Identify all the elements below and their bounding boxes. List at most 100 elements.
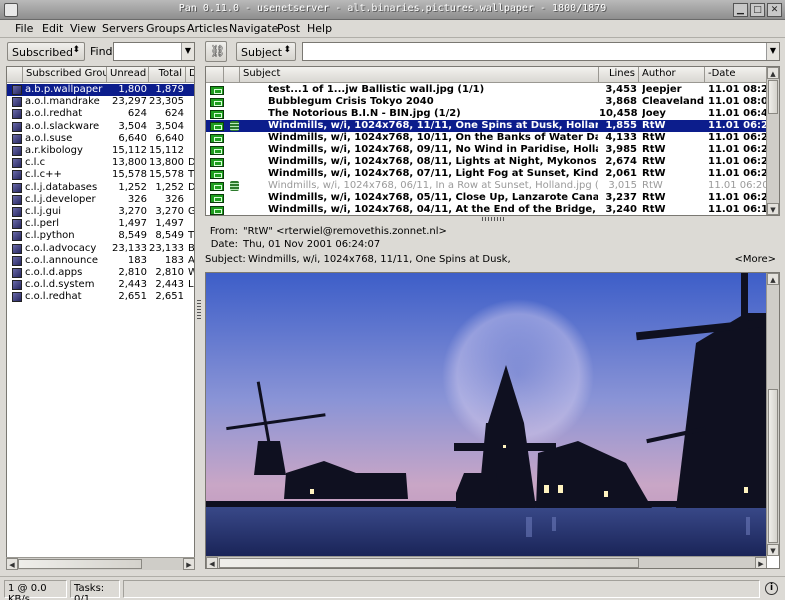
article-row[interactable]: test...1 of 1...jw Ballistic wall.jpg (1… <box>206 84 767 96</box>
author-column-header[interactable]: Author <box>639 67 705 83</box>
scroll-right-icon[interactable]: ▶ <box>183 558 195 570</box>
group-row[interactable]: a.o.l.redhat 624 624 <box>7 108 194 120</box>
menu-edit[interactable]: Edit <box>42 22 63 35</box>
article-author: RtW <box>642 144 666 155</box>
menu-file[interactable]: File <box>15 22 33 35</box>
menu-articles[interactable]: Articles <box>187 22 228 35</box>
article-row[interactable]: Windmills, w/i, 1024x768, 07/11, Light F… <box>206 168 767 180</box>
scroll-thumb[interactable] <box>219 558 639 568</box>
article-subject: Bubblegum Crisis Tokyo 2040 <box>268 96 434 107</box>
group-filter-select[interactable]: Subscribed ⬍ <box>7 42 85 61</box>
group-row[interactable]: a.b.p.wallpaper 1,800 1,879 <box>7 84 194 97</box>
binary-article-icon <box>210 122 224 131</box>
horizontal-splitter-grip[interactable] <box>482 217 506 221</box>
scroll-down-icon[interactable]: ▼ <box>767 203 779 215</box>
scroll-up-icon[interactable]: ▲ <box>767 67 779 79</box>
subject-column-header[interactable]: Subject <box>240 67 599 83</box>
thread-filter-button[interactable]: ⛓ <box>205 41 227 62</box>
article-author: Joey <box>642 108 666 119</box>
article-row[interactable]: Bubblegum Crisis Tokyo 2040 3,868 Cleavela… <box>206 96 767 108</box>
group-unread: 3,270 <box>118 206 147 217</box>
group-list-hscrollbar[interactable]: ◀ ▶ <box>6 557 195 570</box>
group-unread: 183 <box>127 254 147 266</box>
article-row[interactable]: Windmills, w/i, 1024x768, 04/11, At the … <box>206 204 767 215</box>
group-row[interactable]: c.l.j.gui 3,270 3,270 GU <box>7 206 195 218</box>
group-row[interactable]: c.l.perl 1,497 1,497 <box>7 218 194 230</box>
subject-label: Subject: <box>205 254 246 265</box>
group-name-column-header[interactable]: Subscribed Group <box>23 67 107 83</box>
status-column-header[interactable] <box>206 67 224 83</box>
article-body-hscrollbar[interactable]: ◀ ▶ <box>206 556 767 568</box>
group-description: GU <box>188 206 195 217</box>
group-row[interactable]: c.l.python 8,549 8,549 Th <box>7 230 194 242</box>
article-row[interactable]: Windmills, w/i, 1024x768, 10/11, On the … <box>206 132 767 144</box>
article-row[interactable]: Windmills, w/i, 1024x768, 05/11, Close U… <box>206 192 767 204</box>
article-row[interactable]: Windmills, w/i, 1024x768, 09/11, No Wind… <box>206 144 767 156</box>
article-filter-input[interactable]: ▼ <box>302 42 780 61</box>
minimize-icon[interactable]: ▁ <box>733 3 748 17</box>
article-subject: Windmills, w/i, 1024x768, 09/11, No Wind… <box>268 144 598 155</box>
menu-help[interactable]: Help <box>307 22 332 35</box>
binary-article-icon <box>210 182 224 191</box>
group-row[interactable]: c.o.l.d.apps 2,810 2,810 Wr <box>7 267 194 279</box>
group-row[interactable]: c.o.l.announce 183 183 An <box>7 254 195 267</box>
article-subject: Windmills, w/i, 1024x768, 07/11, Light F… <box>268 168 598 179</box>
article-list-vscrollbar[interactable]: ▲ ▼ <box>766 67 779 215</box>
group-row[interactable]: a.o.l.slackware 3,504 3,504 <box>7 121 194 133</box>
total-column-header[interactable]: Total <box>149 67 186 83</box>
lines-column-header[interactable]: Lines <box>599 67 639 83</box>
scroll-thumb[interactable] <box>18 559 142 569</box>
scroll-right-icon[interactable]: ▶ <box>755 557 767 568</box>
group-description: An <box>188 254 195 266</box>
menu-view[interactable]: View <box>70 22 96 35</box>
group-row[interactable]: a.o.l.mandrake 23,297 23,305 <box>7 96 194 108</box>
date-column-header[interactable]: -Date <box>705 67 768 83</box>
menu-servers[interactable]: Servers <box>102 22 144 35</box>
article-row[interactable]: Windmills, w/i, 1024x768, 06/11, In a Ro… <box>206 180 767 192</box>
scroll-left-icon[interactable]: ◀ <box>6 558 18 570</box>
menu-navigate[interactable]: Navigate <box>229 22 278 35</box>
group-row[interactable]: c.l.c++ 15,57815,578 Th <box>7 169 194 181</box>
maximize-icon[interactable]: □ <box>750 3 765 17</box>
scroll-thumb[interactable] <box>768 389 778 543</box>
multipart-icon <box>230 121 239 131</box>
article-author: RtW <box>642 168 666 179</box>
group-total: 1,879 <box>155 84 184 95</box>
chevron-down-icon[interactable]: ▼ <box>181 43 194 60</box>
task-count[interactable]: Tasks: 0/1 <box>70 580 120 600</box>
close-icon[interactable]: ✕ <box>767 3 782 17</box>
group-name: c.l.perl <box>25 218 60 230</box>
article-row[interactable]: Windmills, w/i, 1024x768, 11/11, One Spi… <box>206 120 767 133</box>
group-row[interactable]: c.o.l.redhat 2,651 2,651 <box>7 291 194 303</box>
action-column-header[interactable] <box>224 67 240 83</box>
title-bar[interactable]: Pan 0.11.0 - usenetserver - alt.binaries… <box>0 0 785 20</box>
group-row[interactable]: c.l.j.developer 326 326 <box>7 194 194 206</box>
group-icon-column-header[interactable] <box>7 67 23 83</box>
scroll-down-icon[interactable]: ▼ <box>767 544 779 556</box>
chevron-down-icon[interactable]: ▼ <box>766 43 779 60</box>
group-row[interactable]: c.l.j.databases 1,252 1,252 Da <box>7 182 194 194</box>
pane-splitter-grip[interactable] <box>197 300 201 320</box>
group-row[interactable]: c.l.c 13,80013,800 Dis <box>7 157 194 169</box>
unread-column-header[interactable]: Unread <box>107 67 149 83</box>
article-body-vscrollbar[interactable]: ▲ ▼ <box>766 273 779 556</box>
article-row[interactable]: Windmills, w/i, 1024x768, 08/11, Lights … <box>206 156 767 168</box>
group-row[interactable]: c.o.l.d.system 2,443 2,443 Lin <box>7 279 194 291</box>
scroll-thumb[interactable] <box>768 80 778 114</box>
group-row[interactable]: a.o.l.suse 6,640 6,640 <box>7 133 194 145</box>
description-column-header[interactable]: De <box>186 67 194 83</box>
info-icon[interactable]: i <box>765 582 778 595</box>
newsgroup-icon <box>12 292 22 303</box>
group-row[interactable]: a.r.kibology 15,112 15,112 <box>7 145 194 157</box>
newsgroup-icon <box>12 109 22 120</box>
more-link[interactable]: <More> <box>734 254 776 265</box>
menu-groups[interactable]: Groups <box>146 22 185 35</box>
find-input[interactable]: ▼ <box>113 42 195 61</box>
scroll-up-icon[interactable]: ▲ <box>767 273 779 285</box>
article-row[interactable]: The Notorious B.I.N - BIN.jpg (1/2) 10,45… <box>206 108 767 120</box>
article-lines: 3,985 <box>605 144 637 155</box>
scroll-left-icon[interactable]: ◀ <box>206 557 218 568</box>
group-row[interactable]: c.o.l.advocacy 23,13323,133 Be <box>7 243 194 255</box>
search-field-select[interactable]: Subject ⬍ <box>236 42 296 61</box>
menu-post[interactable]: Post <box>277 22 300 35</box>
